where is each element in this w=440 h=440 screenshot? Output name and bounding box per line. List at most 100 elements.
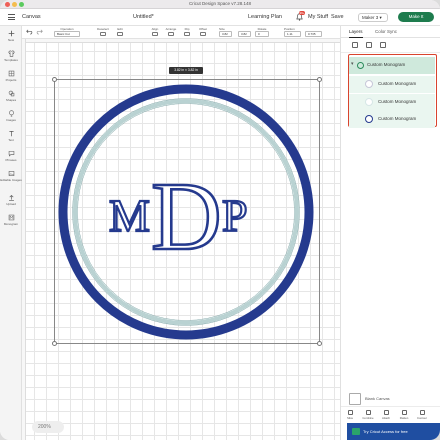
delete-handle[interactable] [52,77,57,82]
phrases-icon [8,151,14,157]
sidebar-item-upload[interactable]: Upload [0,194,22,206]
plus-icon [8,30,14,37]
position-x-input[interactable]: 1.11 [284,31,301,37]
sidebar-item-label: Shapes [5,98,17,102]
trash-icon[interactable] [380,42,386,48]
layer-item[interactable]: Custom Monogram [349,94,435,111]
sidebar-item-label: Projects [5,78,17,82]
rotate-handle[interactable] [317,77,322,82]
flatten-button[interactable]: Flatten [397,410,411,420]
align-icon [152,32,158,36]
contour-icon [419,410,425,415]
project-name[interactable]: Untitled* [133,14,154,20]
make-it-button[interactable]: Make It [398,12,434,22]
contour-button[interactable]: Contour [415,410,429,420]
align-button[interactable]: Align [149,27,161,36]
app-window: Cricut Design Space v7.28.148 Canvas Unt… [0,0,440,440]
top-ruler [22,39,340,43]
layer-name: Custom Monogram [378,81,417,86]
lock-handle[interactable] [52,341,57,346]
sidebar-item-new[interactable]: New [0,30,22,42]
group-icon[interactable] [352,42,358,48]
offset-button[interactable]: Offset [197,27,209,36]
tab-layers[interactable]: Layers [349,29,363,38]
redo-icon[interactable] [36,29,43,35]
sidebar-item-projects[interactable]: Projects [0,70,22,82]
sidebar-item-images[interactable]: Images [0,110,22,122]
edit-toolbar: Operation Basic Cut Deselect Edit Align … [22,26,340,39]
machine-select[interactable]: Maker 3 ▾ [358,13,388,22]
editable-images-icon [8,171,14,176]
operation-select-value: Basic Cut [57,32,70,36]
sidebar-item-editable-images[interactable]: Editable Images [0,170,22,182]
sidebar-item-monogram[interactable]: Monogram [0,214,22,226]
slice-label: Slice [346,416,354,420]
text-icon [8,131,14,137]
layer-thumbnail [365,98,373,106]
sidebar-item-label: Templates [4,58,18,62]
deselect-button[interactable]: Deselect [96,27,110,36]
cricut-access-banner[interactable]: Try Cricut Access for free [347,423,440,440]
flip-label: Flip [184,27,190,31]
duplicate-icon[interactable] [366,42,372,48]
combine-button[interactable]: Combine [361,410,375,420]
sidebar-item-shapes[interactable]: Shapes [0,90,22,102]
flip-icon [184,32,190,36]
layer-item[interactable]: Custom Monogram [349,76,435,93]
position-y-input[interactable]: 0.735 [305,31,322,37]
layer-group[interactable]: ▾ Custom Monogram [349,57,435,74]
layers-list: ▾ Custom Monogram Custom Monogram Custom… [348,54,437,128]
flip-button[interactable]: Flip [182,27,192,36]
layer-bottom-toolbar: Slice Combine Attach Flatten Contour [341,406,440,423]
access-logo-icon [352,428,360,435]
width-input[interactable]: 3.82 [219,31,232,37]
window-title: Cricut Design Space v7.28.148 [188,1,252,6]
undo-icon[interactable] [26,29,33,35]
sidebar-item-templates[interactable]: Templates [0,50,22,62]
sidebar-item-phrases[interactable]: Phrases [0,150,22,162]
left-ruler [22,39,26,440]
menu-icon[interactable] [8,14,15,20]
title-bar: Cricut Design Space v7.28.148 [0,0,440,9]
blank-canvas-thumbnail[interactable] [349,393,361,405]
sidebar-item-label: Text [8,138,14,142]
arrange-button[interactable]: Arrange [164,27,178,36]
height-value: 3.82 [241,32,247,36]
rotate-input[interactable]: 0 [255,31,269,37]
learning-plan-link[interactable]: Learning Plan [248,14,282,20]
deselect-label: Deselect [97,27,109,31]
layer-thumbnail [365,115,373,123]
operation-select[interactable]: Basic Cut [54,31,80,37]
offset-icon [200,32,206,36]
position-x-value: 1.11 [287,32,293,36]
chevron-down-icon[interactable]: ▾ [351,61,354,67]
tab-color-sync[interactable]: Color Sync [375,29,397,34]
zoom-control[interactable]: 200% [32,421,64,433]
layer-item[interactable]: Custom Monogram [349,111,435,128]
my-stuff-link[interactable]: My Stuff [308,14,328,20]
height-input[interactable]: 3.82 [238,31,251,37]
contour-label: Contour [417,416,427,420]
lightbulb-icon [8,110,14,117]
save-link[interactable]: Save [331,14,344,20]
rotate-value: 0 [258,32,260,36]
canvas-label: Canvas [22,14,41,20]
combine-icon [365,410,371,415]
monogram-icon [8,214,14,221]
arrange-icon [168,32,174,36]
position-y-value: 0.735 [308,32,316,36]
sidebar-item-label: Editable Images [0,178,22,182]
attach-icon [383,410,389,415]
edit-button[interactable]: Edit [114,27,126,36]
sidebar-item-label: Phrases [5,158,17,162]
sidebar-item-text[interactable]: Text [0,130,22,142]
layers-panel: Layers Color Sync ▾ Custom Monogram Cust… [340,26,440,440]
slice-button[interactable]: Slice [343,410,357,420]
resize-handle[interactable] [317,341,322,346]
blank-canvas-label: Blank Canvas [365,396,390,401]
width-value: 3.82 [222,32,228,36]
access-banner-text: Try Cricut Access for free [363,429,408,434]
sidebar-item-label: New [7,38,14,42]
attach-button[interactable]: Attach [379,410,393,420]
layer-actions [341,39,440,53]
